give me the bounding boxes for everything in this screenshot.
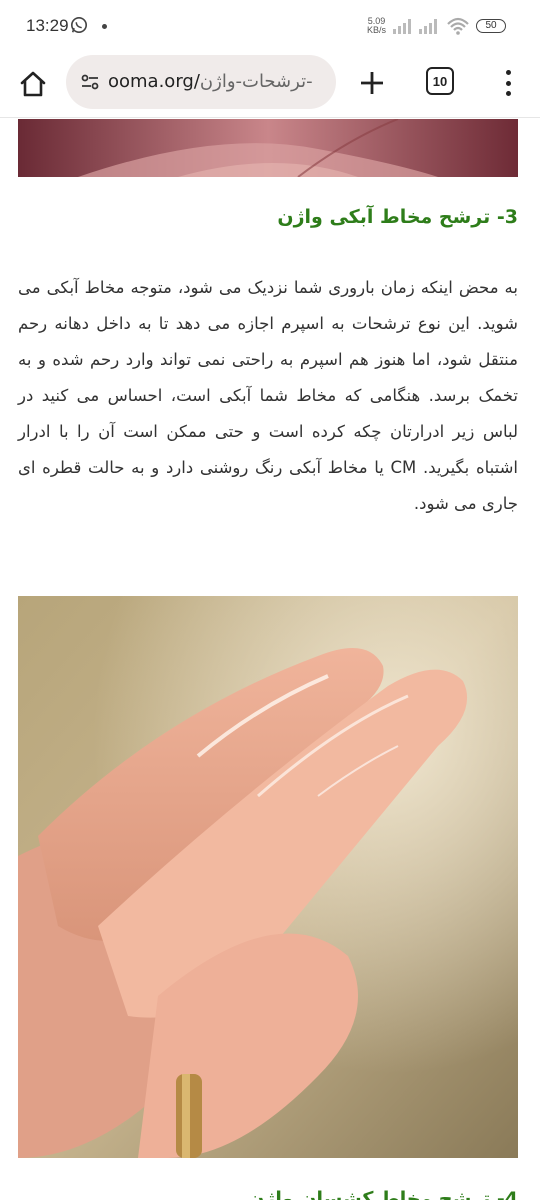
network-speed: 5.09 KB/s [367,17,386,35]
more-menu-dot [505,70,511,75]
more-menu-button[interactable] [496,66,520,100]
network-speed-unit: KB/s [367,25,387,35]
status-time: 13:29 [26,16,69,35]
article-image-top [18,119,518,177]
wifi-icon [447,17,469,35]
tab-switcher-button[interactable]: 10 [426,67,454,95]
site-settings-icon[interactable] [80,72,100,92]
article-image-main [18,596,518,1158]
next-section-heading: 4- ترشح مخاط کشسان واژن [248,1188,518,1200]
more-menu-dot [505,91,511,96]
home-icon [20,71,46,97]
url-domain: ooma.org/ [108,71,200,92]
section-heading: 3- ترشح مخاط آبکی واژن [277,206,518,228]
url-path: ترشحات-واژن- [199,71,313,92]
new-tab-icon [361,72,383,94]
address-bar[interactable]: ooma.org/ترشحات-واژن- [66,55,336,109]
fingers-photo [18,596,518,1158]
battery-icon: 50 [476,19,506,33]
notification-dot [102,24,107,29]
article-paragraph: به محض اینکه زمان باروری شما نزدیک می شو… [18,278,518,513]
signal-icon [419,19,437,34]
whatsapp-icon [70,16,88,34]
more-menu-dot [505,80,511,86]
new-tab-button[interactable] [352,63,392,103]
home-button[interactable] [14,65,52,103]
status-bar: 13:29 5.09 KB/s 50 [0,0,540,52]
url-text: ooma.org/ترشحات-واژن- [108,71,313,92]
browser-toolbar: ooma.org/ترشحات-واژن- 10 [0,52,540,118]
fingers-photo-top [18,119,518,177]
signal-icon [393,19,411,34]
